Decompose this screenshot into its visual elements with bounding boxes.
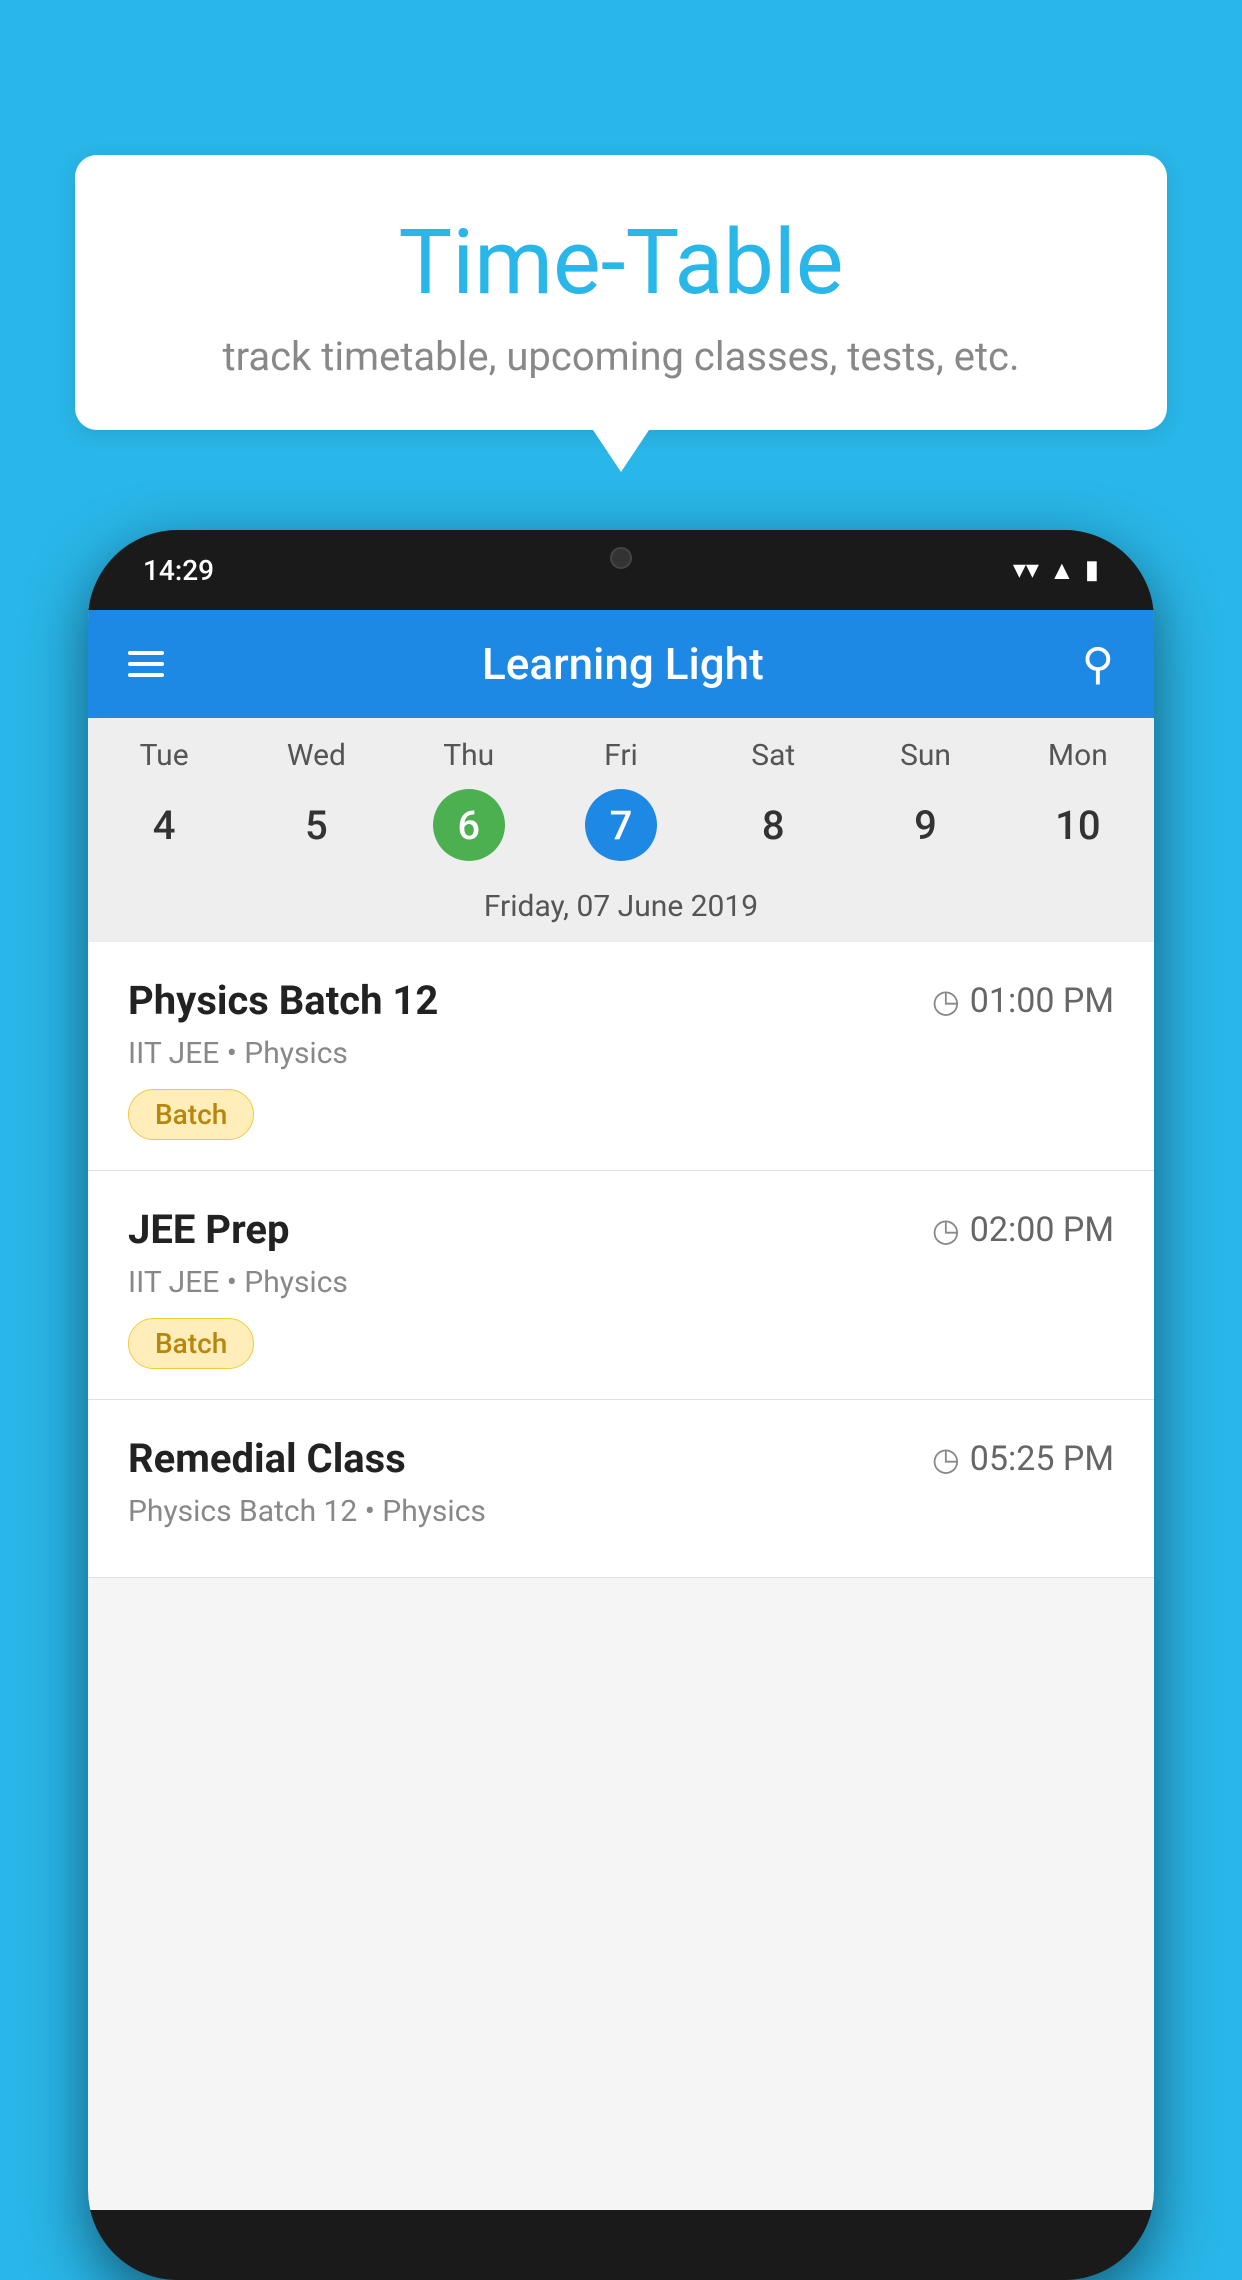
day-name-sun: Sun [900,738,951,773]
date-col-6[interactable]: 6 [393,789,545,861]
date-8: 8 [737,789,809,861]
batch-tag-1: Batch [128,1318,254,1369]
day-name-fri: Fri [604,738,638,773]
phone-bottom-curve [88,2210,1154,2280]
phone-frame: 14:29 ▾▾ ▲ ▮ Learning Light ⚲ [88,530,1154,2280]
date-col-5[interactable]: 5 [240,789,392,861]
day-col-sat[interactable]: Sat [697,738,849,773]
phone-camera [610,547,632,569]
class-name-0: Physics Batch 12 [128,977,438,1024]
date-4: 4 [128,789,200,861]
days-header: Tue Wed Thu Fri Sat Sun [88,718,1154,781]
date-5: 5 [280,789,352,861]
app-screen: Learning Light ⚲ Tue Wed Thu Fri [88,610,1154,2210]
class-time-1: ◷ 02:00 PM [932,1210,1114,1250]
time-value-2: 05:25 PM [970,1439,1114,1479]
wifi-icon: ▾▾ [1013,555,1039,585]
batch-tag-0: Batch [128,1089,254,1140]
card-top-row-1: JEE Prep ◷ 02:00 PM [128,1206,1114,1253]
status-icons: ▾▾ ▲ ▮ [1013,555,1099,586]
class-name-1: JEE Prep [128,1206,289,1253]
date-col-9[interactable]: 9 [849,789,1001,861]
date-col-4[interactable]: 4 [88,789,240,861]
card-top-row-0: Physics Batch 12 ◷ 01:00 PM [128,977,1114,1024]
status-time: 14:29 [143,554,214,587]
class-time-2: ◷ 05:25 PM [932,1439,1114,1479]
class-meta-2: Physics Batch 12 • Physics [128,1494,1114,1529]
class-card-1[interactable]: JEE Prep ◷ 02:00 PM IIT JEE • Physics Ba… [88,1171,1154,1400]
card-top-row-2: Remedial Class ◷ 05:25 PM [128,1435,1114,1482]
day-name-mon: Mon [1048,738,1108,773]
time-value-0: 01:00 PM [970,981,1114,1021]
date-7-selected: 7 [585,789,657,861]
clock-icon-2: ◷ [932,1440,960,1478]
hamburger-menu-icon[interactable] [128,651,164,677]
day-name-wed: Wed [287,738,346,773]
class-card-0[interactable]: Physics Batch 12 ◷ 01:00 PM IIT JEE • Ph… [88,942,1154,1171]
day-name-thu: Thu [443,738,494,773]
date-10: 10 [1042,789,1114,861]
speech-bubble: Time-Table track timetable, upcoming cla… [75,155,1167,430]
bubble-title: Time-Table [135,210,1107,315]
search-icon[interactable]: ⚲ [1082,638,1114,690]
day-col-sun[interactable]: Sun [849,738,1001,773]
class-meta-1: IIT JEE • Physics [128,1265,1114,1300]
app-title: Learning Light [482,638,764,690]
class-meta-0: IIT JEE • Physics [128,1036,1114,1071]
speech-bubble-container: Time-Table track timetable, upcoming cla… [75,155,1167,430]
day-col-thu[interactable]: Thu [393,738,545,773]
date-9: 9 [890,789,962,861]
clock-icon-1: ◷ [932,1211,960,1249]
battery-icon: ▮ [1085,555,1099,585]
class-card-2[interactable]: Remedial Class ◷ 05:25 PM Physics Batch … [88,1400,1154,1578]
bubble-subtitle: track timetable, upcoming classes, tests… [135,333,1107,380]
phone-notch [541,530,701,585]
day-col-wed[interactable]: Wed [240,738,392,773]
day-name-tue: Tue [140,738,189,773]
clock-icon-0: ◷ [932,982,960,1020]
calendar-strip: Tue Wed Thu Fri Sat Sun [88,718,1154,942]
signal-icon: ▲ [1049,555,1075,586]
dates-row: 4 5 6 7 8 9 [88,781,1154,877]
day-col-mon[interactable]: Mon [1002,738,1154,773]
app-header: Learning Light ⚲ [88,610,1154,718]
status-bar: 14:29 ▾▾ ▲ ▮ [88,530,1154,610]
class-time-0: ◷ 01:00 PM [932,981,1114,1021]
day-col-fri[interactable]: Fri [545,738,697,773]
day-name-sat: Sat [751,738,795,773]
date-col-7[interactable]: 7 [545,789,697,861]
date-6-today: 6 [433,789,505,861]
time-value-1: 02:00 PM [970,1210,1114,1250]
date-col-10[interactable]: 10 [1002,789,1154,861]
phone-mockup: 14:29 ▾▾ ▲ ▮ Learning Light ⚲ [88,530,1154,2280]
date-col-8[interactable]: 8 [697,789,849,861]
day-col-tue[interactable]: Tue [88,738,240,773]
selected-date-label: Friday, 07 June 2019 [88,877,1154,942]
class-name-2: Remedial Class [128,1435,406,1482]
